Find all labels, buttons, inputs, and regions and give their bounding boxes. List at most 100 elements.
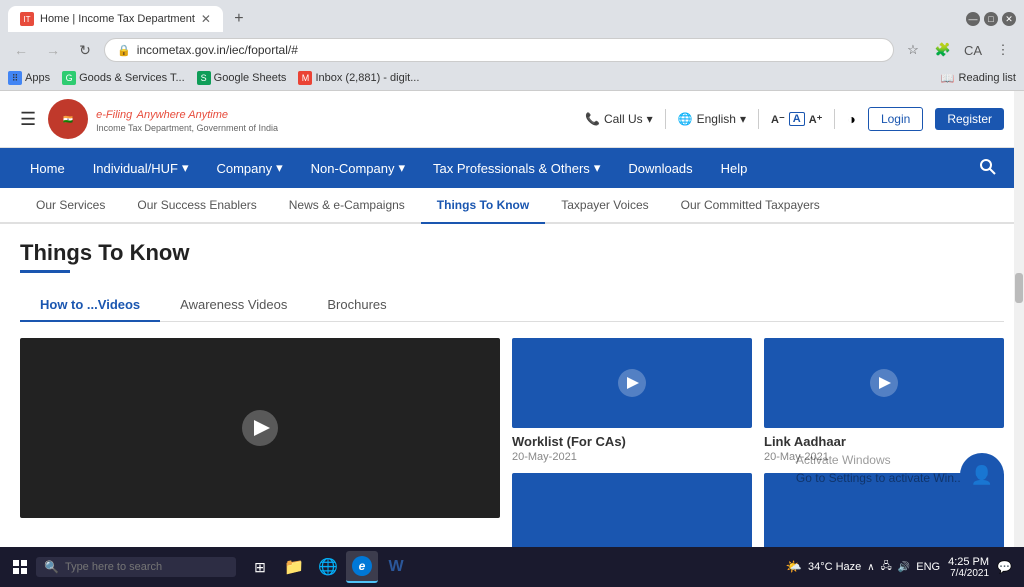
nav-item-downloads[interactable]: Downloads	[614, 149, 706, 188]
start-button[interactable]	[4, 551, 36, 583]
taskbar-file-explorer[interactable]: 📁	[278, 551, 310, 583]
support-chat-bubble[interactable]: 👤	[960, 453, 1004, 497]
font-controls: A⁻ A A⁺	[771, 112, 822, 126]
bookmark-apps[interactable]: ⠿ Apps	[8, 71, 50, 85]
play-button-1[interactable]	[618, 369, 646, 397]
subnav-our-services[interactable]: Our Services	[20, 188, 121, 222]
bookmark-sheets[interactable]: S Google Sheets	[197, 71, 287, 85]
url-text: incometax.gov.in/iec/foportal/#	[137, 43, 298, 57]
nav-taxprofessionals-label: Tax Professionals & Others	[433, 161, 590, 176]
window-minimize-button[interactable]: —	[966, 12, 980, 26]
taskbar-edge[interactable]: 🌐	[312, 551, 344, 583]
extensions-icon[interactable]: 🧩	[930, 37, 956, 63]
font-large-button[interactable]: A⁺	[809, 113, 823, 126]
call-us-button[interactable]: 📞 Call Us ▾	[585, 112, 653, 126]
bookmarks-bar: ⠿ Apps G Goods & Services T... S Google …	[0, 68, 1024, 91]
call-us-label: Call Us	[604, 112, 643, 126]
font-small-button[interactable]: A⁻	[771, 113, 785, 126]
forward-button[interactable]: →	[40, 37, 66, 63]
volume-icon: 🔊	[898, 562, 910, 573]
play-button-2[interactable]	[870, 369, 898, 397]
profile-icon[interactable]: CA	[960, 37, 986, 63]
taskbar-task-view[interactable]: ⊞	[244, 551, 276, 583]
divider-2	[758, 109, 759, 129]
featured-play-button[interactable]	[242, 410, 278, 446]
video-title-1: Worklist (For CAs)	[512, 434, 752, 449]
subnav-taxpayer-voices[interactable]: Taxpayer Voices	[545, 188, 664, 222]
nav-company-dropdown-icon: ▾	[276, 160, 283, 176]
reading-list-label: Reading list	[959, 72, 1016, 84]
taskbar-word[interactable]: W	[380, 551, 412, 583]
activate-line2: Go to Settings to activate Win...	[796, 469, 964, 487]
taskbar-right: 🌤️ 34°C Haze ∧ 🖧 🔊 ENG 4:25 PM 7/4/2021 …	[786, 556, 1020, 579]
taskbar-search-input[interactable]	[65, 561, 228, 573]
ie-icon: e	[352, 556, 372, 576]
taskbar-ie[interactable]: e	[346, 551, 378, 583]
taskbar-search-box[interactable]: 🔍	[36, 557, 236, 577]
reading-list-button[interactable]: 📖 Reading list	[941, 72, 1016, 85]
nav-item-help[interactable]: Help	[707, 149, 762, 188]
video-card-1: Worklist (For CAs) 20-May-2021	[512, 338, 752, 547]
contrast-button[interactable]: ◑	[847, 111, 855, 127]
scrollbar-thumb[interactable]	[1015, 273, 1023, 303]
subnav-things-to-know[interactable]: Things To Know	[421, 188, 545, 224]
sub-navigation: Our Services Our Success Enablers News &…	[0, 188, 1024, 224]
tab-awareness-videos[interactable]: Awareness Videos	[160, 289, 307, 322]
page-title: Things To Know	[20, 240, 1004, 266]
address-bar[interactable]: 🔒 incometax.gov.in/iec/foportal/#	[104, 38, 894, 62]
scrollbar[interactable]	[1014, 91, 1024, 547]
tab-awareness-videos-label: Awareness Videos	[180, 297, 287, 312]
tab-how-to-videos[interactable]: How to ...Videos	[20, 289, 160, 322]
video-title-2: Link Aadhaar	[764, 434, 1004, 449]
bookmark-gmail-label: Inbox (2,881) - digit...	[315, 72, 419, 84]
video-thumbnail-2[interactable]	[764, 338, 1004, 428]
browser-tab[interactable]: IT Home | Income Tax Department ✕	[8, 6, 223, 32]
nav-item-individual[interactable]: Individual/HUF ▾	[79, 148, 203, 188]
tab-brochures[interactable]: Brochures	[307, 289, 406, 322]
chevron-up-icon[interactable]: ∧	[867, 562, 874, 573]
nav-item-home[interactable]: Home	[16, 149, 79, 188]
nav-item-taxprofessionals[interactable]: Tax Professionals & Others ▾	[419, 148, 614, 188]
nav-item-noncompany[interactable]: Non-Company ▾	[297, 148, 419, 188]
language-selector[interactable]: 🌐 English ▾	[678, 112, 746, 126]
gmail-icon: M	[298, 71, 312, 85]
login-button[interactable]: Login	[868, 107, 923, 131]
word-icon: W	[388, 558, 403, 576]
window-close-button[interactable]: ✕	[1002, 12, 1016, 26]
subnav-success-enablers[interactable]: Our Success Enablers	[121, 188, 272, 222]
browser-menu-icon[interactable]: ⋮	[990, 37, 1016, 63]
search-button[interactable]	[968, 151, 1008, 186]
subnav-news-ecampaigns[interactable]: News & e-Campaigns	[273, 188, 421, 222]
bookmark-gmail[interactable]: M Inbox (2,881) - digit...	[298, 71, 419, 85]
video-thumbnail-1b[interactable]	[512, 473, 752, 547]
featured-video-card[interactable]	[20, 338, 500, 518]
divider-1	[665, 109, 666, 129]
video-thumbnail-1[interactable]	[512, 338, 752, 428]
nav-individual-label: Individual/HUF	[93, 161, 178, 176]
tab-close-button[interactable]: ✕	[201, 12, 211, 26]
nav-item-company[interactable]: Company ▾	[202, 148, 296, 188]
bookmark-gst[interactable]: G Goods & Services T...	[62, 71, 185, 85]
globe-icon: 🌐	[678, 112, 693, 126]
page-title-underline	[20, 270, 70, 273]
window-maximize-button[interactable]: □	[984, 12, 998, 26]
activate-windows-watermark: Activate Windows Go to Settings to activ…	[796, 451, 964, 487]
hamburger-menu-icon[interactable]: ☰	[20, 109, 36, 130]
subnav-committed-taxpayers[interactable]: Our Committed Taxpayers	[665, 188, 836, 222]
tab-brochures-label: Brochures	[327, 297, 386, 312]
system-tray: 🌤️ 34°C Haze ∧ 🖧 🔊 ENG	[786, 559, 940, 576]
nav-help-label: Help	[721, 161, 748, 176]
font-normal-button[interactable]: A	[789, 112, 805, 126]
register-button[interactable]: Register	[935, 108, 1004, 130]
back-button[interactable]: ←	[8, 37, 34, 63]
reading-list-icon: 📖	[941, 72, 955, 85]
reload-button[interactable]: ↻	[72, 37, 98, 63]
nav-downloads-label: Downloads	[628, 161, 692, 176]
logo-emblem: 🇮🇳	[48, 99, 88, 139]
site-header: ☰ 🇮🇳 e-Filing Anywhere Anytime Income Ta…	[0, 91, 1024, 148]
new-tab-button[interactable]: +	[227, 7, 251, 31]
browser-title-bar: IT Home | Income Tax Department ✕ + — □ …	[0, 0, 1024, 32]
nav-noncompany-label: Non-Company	[311, 161, 395, 176]
notification-icon[interactable]: 💬	[997, 560, 1012, 574]
bookmark-star-icon[interactable]: ☆	[900, 37, 926, 63]
